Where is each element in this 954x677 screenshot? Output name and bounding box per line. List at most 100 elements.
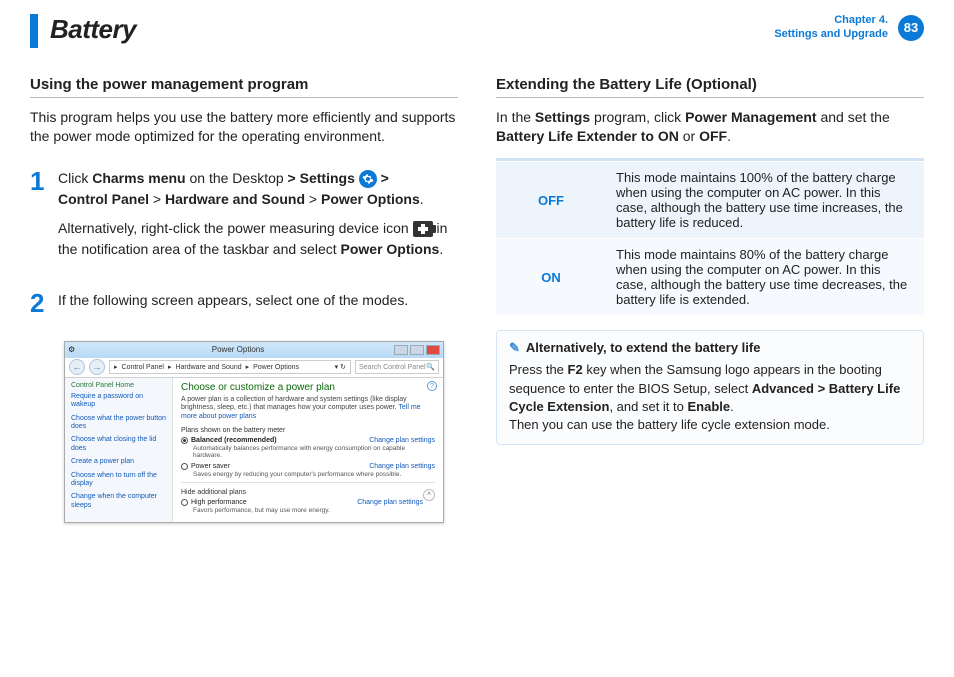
text-bold: > [381,170,389,186]
plan-powersaver[interactable]: Power saver Change plan settings [181,463,435,470]
chapter-label: Chapter 4. Settings and Upgrade [774,14,888,42]
radio-selected-icon[interactable] [181,437,188,444]
text: > [149,191,165,207]
mode-on-label: ON [496,239,606,316]
hide-plans-label[interactable]: Hide additional plans [181,489,246,496]
sidebar-home[interactable]: Control Panel Home [71,382,166,389]
step-2-number: 2 [30,290,48,319]
text: . [420,191,424,207]
right-section-heading: Extending the Battery Life (Optional) [496,76,924,98]
text: . [439,241,443,257]
crumb-item: Control Panel [122,364,164,371]
left-section-heading: Using the power management program [30,76,458,98]
change-plan-link[interactable]: Change plan settings [369,463,435,470]
window-max-button[interactable] [410,345,424,355]
note-body: Press the F2 key when the Samsung logo a… [509,361,911,434]
step-2-body: If the following screen appears, select … [58,290,408,319]
main-desc: A power plan is a collection of hardware… [181,396,407,411]
text-bold: Settings [296,170,359,186]
settings-gear-icon [359,170,377,188]
plan-name: Balanced (recommended) [191,437,277,444]
crumb-item: Power Options [253,364,299,371]
nav-forward-button[interactable]: → [89,359,105,375]
step-2: 2 If the following screen appears, selec… [30,290,458,319]
plan-name: Power saver [191,463,230,470]
sidebar-link[interactable]: Require a password on wakeup [71,393,166,410]
page-header: Battery Chapter 4. Settings and Upgrade … [30,14,924,48]
page-number-badge: 83 [898,15,924,41]
sidebar-link[interactable]: Create a power plan [71,458,166,466]
plan-desc: Favors performance, but may use more ene… [193,507,435,514]
breadcrumb[interactable]: ▸ Control Panel ▸ Hardware and Sound ▸ P… [109,360,351,374]
sidebar-link[interactable]: Choose when to turn off the display [71,472,166,489]
text: . [727,128,731,144]
right-intro: In the Settings program, click Power Man… [496,108,924,146]
text-bold: OFF [699,128,727,144]
window-titlebar: ⚙ Power Options [65,342,443,358]
sidebar-link[interactable]: Choose what the power button does [71,415,166,432]
crumb-item: Hardware and Sound [175,364,241,371]
right-column: Extending the Battery Life (Optional) In… [496,76,924,523]
sidebar-link[interactable]: Change when the computer sleeps [71,493,166,510]
step-1-number: 1 [30,168,48,268]
change-plan-link[interactable]: Change plan settings [369,437,435,444]
window-main: ? Choose or customize a power plan A pow… [173,378,443,522]
plan-desc: Automatically balances performance with … [193,445,435,459]
chapter-line1: Chapter 4. [774,14,888,28]
text: Then you can use the battery life cycle … [509,417,830,432]
text-bold: Control Panel [58,191,149,207]
text-bold: F2 [568,362,583,377]
mode-on-desc: This mode maintains 80% of the battery c… [606,239,924,316]
text: In the [496,109,535,125]
text: and set the [817,109,890,125]
step-1-body: Click Charms menu on the Desktop > Setti… [58,168,458,268]
window-title: Power Options [82,345,394,354]
text-bold: Battery Life Extender to ON [496,128,679,144]
note-title: Alternatively, to extend the battery lif… [526,339,761,357]
left-column: Using the power management program This … [30,76,458,523]
radio-icon[interactable] [181,463,188,470]
text-bold: Power Management [685,109,816,125]
text: Press the [509,362,568,377]
text: program, click [590,109,685,125]
battery-tray-icon [413,221,433,237]
help-icon[interactable]: ? [427,381,437,391]
text: Click [58,170,92,186]
page-title: Battery [50,14,136,45]
sidebar-link[interactable]: Choose what closing the lid does [71,436,166,453]
table-row: OFF This mode maintains 100% of the batt… [496,162,924,239]
sidebar: Control Panel Home Require a password on… [65,378,173,522]
plans-label: Plans shown on the battery meter [181,427,435,434]
left-intro: This program helps you use the battery m… [30,108,458,146]
text-bold: Power Options [321,191,420,207]
text-bold: Charms menu [92,170,185,186]
table-row: ON This mode maintains 80% of the batter… [496,239,924,316]
mode-off-label: OFF [496,162,606,239]
search-placeholder: Search Control Panel [359,364,426,371]
search-input[interactable]: Search Control Panel🔍 [355,360,439,374]
plan-highperf[interactable]: High performance Change plan settings [181,499,423,506]
mode-table: OFF This mode maintains 100% of the batt… [496,158,924,317]
note-box: ✎ Alternatively, to extend the battery l… [496,330,924,445]
text-bold: Power Options [341,241,440,257]
text: Alternatively, right-click the power mea… [58,220,413,236]
text: > [305,191,321,207]
nav-back-button[interactable]: ← [69,359,85,375]
text: . [730,399,734,414]
radio-icon[interactable] [181,499,188,506]
collapse-icon[interactable]: ˄ [423,489,435,501]
plan-desc: Saves energy by reducing your computer's… [193,471,435,478]
text-bold: Settings [535,109,590,125]
main-heading: Choose or customize a power plan [181,382,435,393]
plan-balanced[interactable]: Balanced (recommended) Change plan setti… [181,437,435,444]
text-bold: Hardware and Sound [165,191,305,207]
window-navbar: ← → ▸ Control Panel ▸ Hardware and Sound… [65,358,443,378]
note-icon: ✎ [509,339,520,357]
step-1: 1 Click Charms menu on the Desktop > Set… [30,168,458,268]
text-bold: Enable [687,399,730,414]
window-min-button[interactable] [394,345,408,355]
window-close-button[interactable] [426,345,440,355]
plan-name: High performance [191,499,247,506]
text-bold: > [288,170,296,186]
change-plan-link[interactable]: Change plan settings [357,499,423,506]
